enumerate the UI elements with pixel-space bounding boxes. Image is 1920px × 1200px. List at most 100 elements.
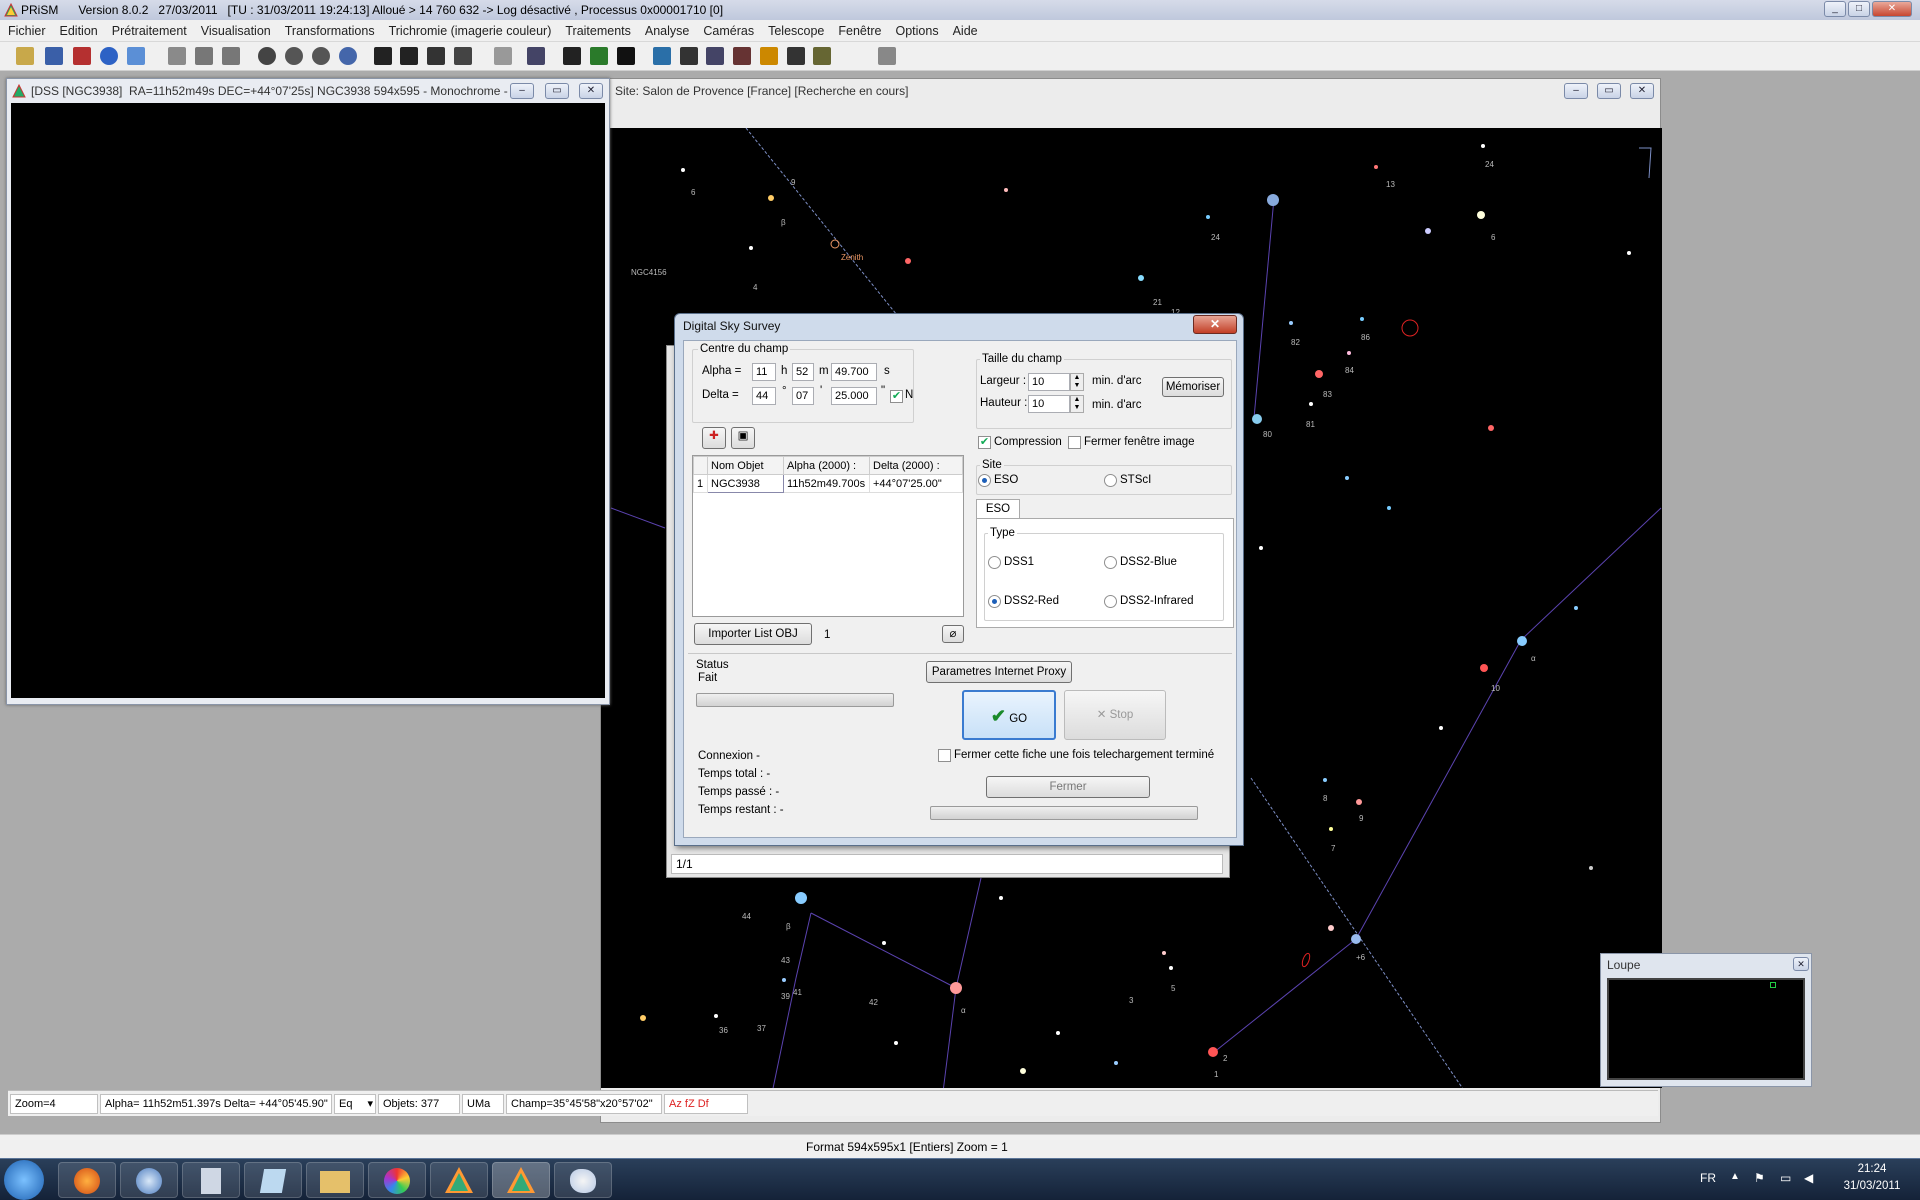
type-dss2-blue-radio[interactable] <box>1104 556 1117 569</box>
camera-icon[interactable] <box>653 47 671 65</box>
paint-taskbar-icon[interactable] <box>554 1162 612 1198</box>
add-object-button[interactable]: ✚ <box>702 427 726 449</box>
language-indicator[interactable]: FR <box>1700 1171 1716 1185</box>
type-dss2-infrared-radio[interactable] <box>1104 595 1117 608</box>
menu-fichier[interactable]: Fichier <box>0 20 53 42</box>
site-stsci-radio[interactable] <box>1104 474 1117 487</box>
clock-time[interactable]: 21:24 <box>1840 1163 1904 1175</box>
properties-icon[interactable] <box>127 47 145 65</box>
menu-visualisation[interactable]: Visualisation <box>194 20 278 42</box>
menu-trichromie[interactable]: Trichromie (imagerie couleur) <box>382 20 559 42</box>
clock-date[interactable]: 31/03/2011 <box>1836 1180 1908 1192</box>
firefox-taskbar-icon[interactable] <box>58 1162 116 1198</box>
menu-options[interactable]: Options <box>888 20 945 42</box>
undo-icon[interactable] <box>168 47 186 65</box>
star-icon[interactable] <box>760 47 778 65</box>
menu-cameras[interactable]: Caméras <box>696 20 761 42</box>
profile-icon[interactable] <box>427 47 445 65</box>
catalog-icon[interactable] <box>527 47 545 65</box>
stop-button[interactable]: ✕ Stop <box>1064 690 1166 740</box>
volume-icon[interactable]: ◀ <box>1804 1171 1813 1185</box>
type-dss1-radio[interactable] <box>988 556 1001 569</box>
chart-minimize-button[interactable]: – <box>1564 83 1588 99</box>
menu-aide[interactable]: Aide <box>946 20 985 42</box>
delta-m-input[interactable]: 07 <box>792 387 814 405</box>
zoom-in-icon[interactable] <box>285 47 303 65</box>
dss-restore-button[interactable]: ▭ <box>545 83 569 99</box>
dss-minimize-button[interactable]: – <box>510 83 534 99</box>
goto-icon[interactable] <box>590 47 608 65</box>
filter-icon[interactable] <box>813 47 831 65</box>
prism-taskbar-icon-2[interactable] <box>492 1162 550 1198</box>
save-icon[interactable] <box>45 47 63 65</box>
chart-restore-button[interactable]: ▭ <box>1597 83 1621 99</box>
selection-icon[interactable] <box>454 47 472 65</box>
row-name[interactable]: NGC3938 <box>707 474 784 493</box>
focus-icon[interactable] <box>787 47 805 65</box>
import-list-button[interactable]: Importer List OBJ <box>694 623 812 645</box>
copy-icon[interactable] <box>195 47 213 65</box>
maximize-button[interactable]: □ <box>1848 1 1870 17</box>
dss-close-button[interactable]: ✕ <box>579 83 603 99</box>
hauteur-spinner[interactable]: ▲ ▼ <box>1070 395 1084 413</box>
north-checkbox[interactable]: ✔ <box>890 390 903 403</box>
chart-close-button[interactable]: ✕ <box>1630 83 1654 99</box>
hauteur-input[interactable]: 10 <box>1028 395 1070 413</box>
fermer-button[interactable]: Fermer <box>986 776 1150 798</box>
menu-analyse[interactable]: Analyse <box>638 20 696 42</box>
fermer-image-checkbox[interactable] <box>1068 436 1081 449</box>
network-icon[interactable]: ▭ <box>1780 1171 1791 1185</box>
close-after-checkbox[interactable] <box>938 749 951 762</box>
zoom-out-icon[interactable] <box>312 47 330 65</box>
eq-dropdown[interactable]: Eq ▾ <box>334 1094 376 1114</box>
open-icon[interactable] <box>16 47 34 65</box>
tab-eso[interactable]: ESO <box>976 499 1020 519</box>
largeur-input[interactable]: 10 <box>1028 373 1070 391</box>
alpha-h-input[interactable]: 11 <box>752 363 776 381</box>
dialog-close-button[interactable]: ✕ <box>1193 315 1237 334</box>
start-button[interactable] <box>4 1160 44 1200</box>
menu-edition[interactable]: Edition <box>53 20 105 42</box>
erase-button[interactable]: ⌀ <box>942 625 964 643</box>
proxy-button[interactable]: Parametres Internet Proxy <box>926 661 1072 683</box>
explorer-taskbar-icon[interactable] <box>306 1162 364 1198</box>
largeur-spinner[interactable]: ▲ ▼ <box>1070 373 1084 391</box>
delta-d-input[interactable]: 44 <box>752 387 776 405</box>
type-dss2-red-radio[interactable] <box>988 595 1001 608</box>
menu-telescope[interactable]: Telescope <box>761 20 831 42</box>
crosshair-icon[interactable] <box>374 47 392 65</box>
telescope-icon[interactable] <box>563 47 581 65</box>
calculator-taskbar-icon[interactable] <box>182 1162 240 1198</box>
menu-fenetre[interactable]: Fenêtre <box>831 20 888 42</box>
zoom-icon[interactable] <box>258 47 276 65</box>
row-delta[interactable]: +44°07'25.00" <box>869 474 963 493</box>
alpha-m-input[interactable]: 52 <box>792 363 814 381</box>
menu-traitements[interactable]: Traitements <box>558 20 638 42</box>
sky-map-icon[interactable] <box>617 47 635 65</box>
memoriser-button[interactable]: Mémoriser <box>1162 377 1224 397</box>
grid-icon[interactable] <box>733 47 751 65</box>
paste-icon[interactable] <box>222 47 240 65</box>
tray-arrow-icon[interactable]: ▲ <box>1730 1171 1740 1182</box>
info-icon[interactable] <box>100 47 118 65</box>
minimize-button[interactable]: _ <box>1824 1 1846 17</box>
menu-transformations[interactable]: Transformations <box>278 20 382 42</box>
zoom-fit-icon[interactable] <box>339 47 357 65</box>
action-center-icon[interactable]: ⚑ <box>1754 1171 1765 1185</box>
sum-icon[interactable] <box>400 47 418 65</box>
picasa-taskbar-icon[interactable] <box>368 1162 426 1198</box>
prism-taskbar-icon-1[interactable] <box>430 1162 488 1198</box>
row-alpha[interactable]: 11h52m49.700s <box>783 474 870 493</box>
site-eso-radio[interactable] <box>978 474 991 487</box>
dss-image-canvas[interactable] <box>11 103 605 698</box>
menu-pretraitement[interactable]: Prétraitement <box>105 20 194 42</box>
delta-s-input[interactable]: 25.000 <box>831 387 877 405</box>
settings-icon[interactable] <box>878 47 896 65</box>
paste-object-button[interactable]: ▣ <box>731 427 755 449</box>
table-row[interactable]: 1 NGC3938 11h52m49.700s +44°07'25.00" <box>693 474 963 493</box>
print-icon[interactable] <box>494 47 512 65</box>
notes-taskbar-icon[interactable] <box>244 1162 302 1198</box>
chart-icon[interactable] <box>680 47 698 65</box>
go-button[interactable]: ✔ GO <box>962 690 1056 740</box>
compression-checkbox[interactable]: ✔ <box>978 436 991 449</box>
